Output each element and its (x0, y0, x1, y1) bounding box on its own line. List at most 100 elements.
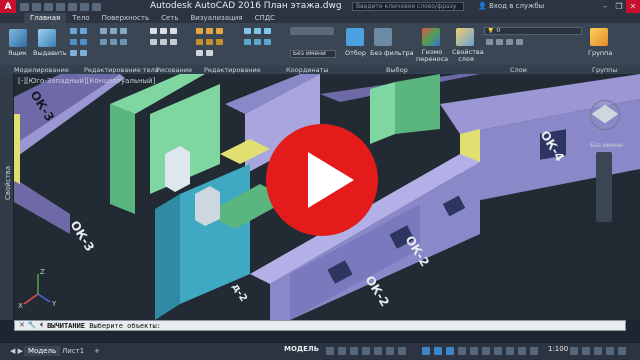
shell-icon[interactable] (80, 50, 87, 56)
stretch-icon[interactable] (206, 39, 213, 45)
solid-intersect-icon[interactable] (70, 39, 77, 45)
layer-off-icon[interactable] (486, 39, 493, 45)
tab-spds[interactable]: СПДС (249, 13, 282, 23)
redo-icon[interactable] (92, 2, 101, 11)
print-icon[interactable] (68, 2, 77, 11)
layer-dropdown[interactable]: 💡 0 (484, 27, 582, 35)
filter-icon[interactable] (374, 28, 392, 46)
scale-icon[interactable] (206, 50, 213, 56)
box-button-label[interactable]: Ящик (8, 49, 27, 57)
selection-button-label[interactable]: Отбор (345, 49, 366, 57)
extract-edges-icon[interactable] (120, 28, 127, 34)
selection-cycling-icon[interactable] (482, 347, 490, 355)
extrude-icon[interactable] (38, 29, 56, 47)
navigation-bar[interactable] (596, 152, 612, 222)
ucs-3point-icon[interactable] (264, 28, 271, 34)
tab-mesh[interactable]: Сеть (155, 13, 184, 23)
auto-scale-icon[interactable] (518, 347, 526, 355)
tab-visualize[interactable]: Визуализация (184, 13, 248, 23)
tab-surface[interactable]: Поверхность (96, 13, 155, 23)
annotation-monitor-icon[interactable] (582, 347, 590, 355)
command-line[interactable]: ✕ 🔧 ⏴ ВЫЧИТАНИЕ Выберите объекты: (14, 320, 626, 331)
open-icon[interactable] (32, 2, 41, 11)
panel-selection[interactable]: Выбор (386, 66, 408, 74)
save-icon[interactable] (44, 2, 53, 11)
tab-model[interactable]: Модель (24, 346, 61, 356)
lineweight-icon[interactable] (458, 347, 466, 355)
undo-icon[interactable] (80, 2, 89, 11)
search-input[interactable]: Введите ключевое слово/фразу (352, 2, 464, 11)
box-icon[interactable] (9, 29, 27, 47)
layer-freeze-icon[interactable] (506, 39, 513, 45)
rotate-icon[interactable] (206, 28, 213, 34)
offset-faces-icon[interactable] (110, 39, 117, 45)
dynamic-ucs-icon[interactable] (422, 347, 430, 355)
move-icon[interactable] (196, 28, 203, 34)
arc-icon[interactable] (150, 39, 157, 45)
copy-icon[interactable] (216, 28, 223, 34)
new-icon[interactable] (20, 2, 29, 11)
tab-solid[interactable]: Тело (66, 13, 95, 23)
restore-icon[interactable]: ❐ (612, 0, 626, 13)
layer-properties-icon[interactable] (456, 28, 474, 46)
taper-faces-icon[interactable] (100, 39, 107, 45)
object-snap-icon[interactable] (398, 347, 406, 355)
layer-isolate-icon[interactable] (496, 39, 503, 45)
group-icon[interactable] (590, 28, 608, 46)
customization-icon[interactable] (618, 347, 626, 355)
slice-icon[interactable] (80, 39, 87, 45)
rectangle-icon[interactable] (160, 39, 167, 45)
layer-lock-icon[interactable] (516, 39, 523, 45)
wrench-icon[interactable]: 🔧 (28, 321, 37, 330)
close-icon[interactable]: ✕ (626, 0, 640, 13)
add-layout-button[interactable]: + (90, 346, 104, 356)
annotation-scale-value[interactable]: 1:100 (548, 345, 568, 353)
ucs-icon[interactable] (244, 28, 251, 34)
panel-draw[interactable]: Рисование (156, 66, 192, 74)
3d-osnap-icon[interactable] (494, 347, 502, 355)
ortho-icon[interactable] (350, 347, 358, 355)
layer-properties-button-label[interactable]: Свойства слоя (452, 49, 484, 63)
isolate-objects-icon[interactable] (594, 347, 602, 355)
ucs-x-icon[interactable] (244, 39, 251, 45)
ucs-y-icon[interactable] (254, 39, 261, 45)
ucs-z-icon[interactable] (264, 39, 271, 45)
selection-icon[interactable] (346, 28, 364, 46)
gizmo-button-label[interactable]: Гизмо переноса (416, 49, 448, 63)
transparency-icon[interactable] (470, 347, 478, 355)
panel-modify[interactable]: Редактирование (204, 66, 261, 74)
fillet-edge-icon[interactable] (100, 28, 107, 34)
properties-palette-label[interactable]: Свойства (4, 166, 12, 200)
tab-home[interactable]: Главная (24, 13, 67, 23)
solid-union-icon[interactable] (70, 28, 77, 34)
minimize-icon[interactable]: – (598, 0, 612, 13)
view-combo[interactable]: Без имени (290, 50, 336, 58)
group-button-label[interactable]: Группа (588, 49, 612, 57)
annotation-visibility-icon[interactable] (506, 347, 514, 355)
viewport-controls-label[interactable]: [-][Юго-Западный][Концептуальный] (18, 77, 155, 85)
application-menu-button[interactable]: A (0, 0, 16, 13)
array-icon[interactable] (216, 39, 223, 45)
save-as-icon[interactable] (56, 2, 65, 11)
snap-icon[interactable] (338, 347, 346, 355)
tab-layout1[interactable]: Лист1 (58, 346, 88, 356)
panel-coordinates[interactable]: Координаты (286, 66, 329, 74)
panel-solid-editing[interactable]: Редактирование тела (84, 66, 159, 74)
erase-icon[interactable] (196, 50, 203, 56)
sign-in-link[interactable]: 👤 Вход в службы (478, 2, 544, 10)
hatch-icon[interactable] (170, 39, 177, 45)
panel-groups[interactable]: Группы (592, 66, 618, 74)
panel-modeling[interactable]: Моделирование (14, 66, 69, 74)
ucs-world-icon[interactable] (254, 28, 261, 34)
viewcube-label[interactable]: Без имени (590, 142, 623, 149)
hardware-acceleration-icon[interactable] (606, 347, 614, 355)
grid-icon[interactable] (326, 347, 334, 355)
mirror-icon[interactable] (196, 39, 203, 45)
solid-subtract-icon[interactable] (80, 28, 87, 34)
selection-filter-icon[interactable] (434, 347, 442, 355)
polar-icon[interactable] (362, 347, 370, 355)
close-icon[interactable]: ✕ (19, 321, 25, 330)
move-gizmo-icon[interactable] (422, 28, 440, 46)
model-space-toggle[interactable]: МОДЕЛЬ (284, 345, 319, 353)
visual-style-icons[interactable] (290, 27, 334, 35)
